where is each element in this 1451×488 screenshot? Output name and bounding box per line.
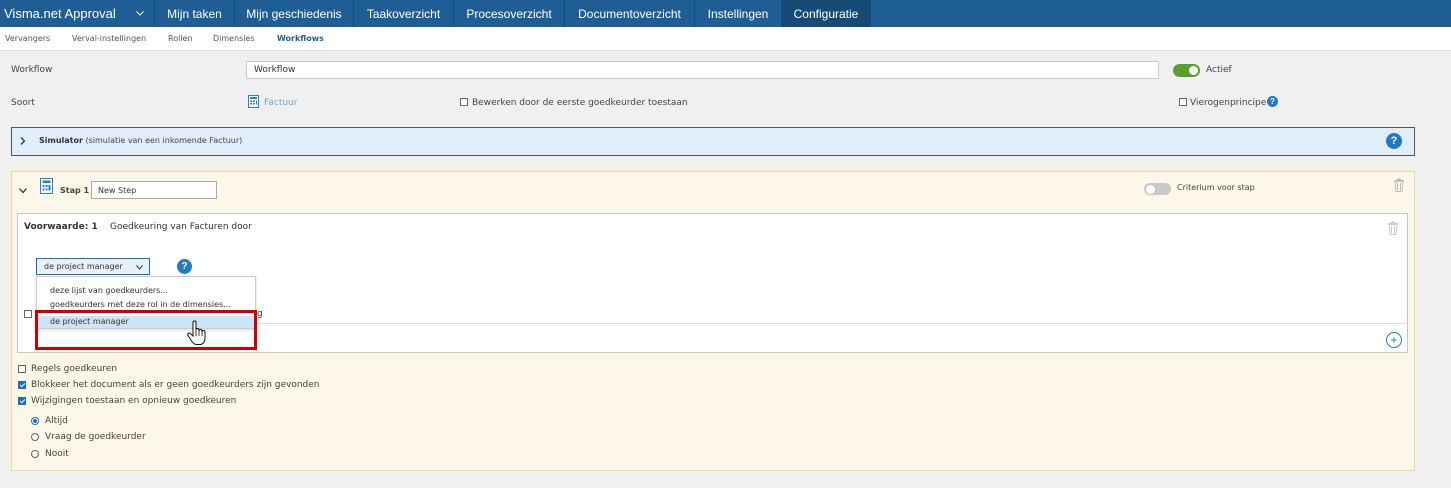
- toggle-knob: [1189, 66, 1198, 75]
- vierogen-checkbox[interactable]: [1179, 98, 1187, 106]
- step-label: Stap 1 :: [60, 186, 96, 195]
- edit-first-approver-checkbox[interactable]: [460, 98, 468, 106]
- criterium-label: Criterium voor stap: [1177, 183, 1255, 192]
- blokkeer-document-label: Blokkeer het document als er geen goedke…: [31, 380, 320, 390]
- toggle-knob: [1146, 184, 1155, 194]
- radio-nooit[interactable]: [31, 450, 39, 458]
- dropdown-option-approver-list[interactable]: deze lijst van goedkeurders...: [50, 286, 168, 295]
- select-chevron-down-icon: [136, 263, 143, 272]
- nav-mijn-taken[interactable]: Mijn taken: [155, 0, 235, 27]
- sub-navigation: Vervangers Verval-instellingen Rollen Di…: [0, 27, 1451, 51]
- nav-documentoverzicht[interactable]: Documentoverzicht: [565, 0, 695, 27]
- radio-nooit-label: Nooit: [45, 449, 69, 459]
- approver-help-icon[interactable]: ?: [177, 259, 192, 274]
- vierogen-help-icon[interactable]: ?: [1267, 96, 1278, 107]
- expand-chevron-right-icon[interactable]: [20, 137, 26, 148]
- nav-configuratie[interactable]: Configuratie: [782, 0, 871, 27]
- soort-value: Factuur: [264, 98, 298, 108]
- delete-step-trash-icon[interactable]: [1393, 178, 1405, 195]
- nav-mijn-geschiedenis[interactable]: Mijn geschiedenis: [235, 0, 354, 27]
- app-switcher-chevron-down-icon[interactable]: [125, 7, 154, 20]
- condition-title: Voorwaarde: 1: [24, 222, 98, 232]
- nav-instellingen[interactable]: Instellingen: [695, 0, 782, 27]
- soort-label: Soort: [11, 98, 35, 108]
- condition-hidden-text-tail: g: [257, 309, 263, 319]
- regels-goedkeuren-checkbox[interactable]: [18, 365, 26, 373]
- approver-type-select[interactable]: de project manager: [36, 258, 150, 275]
- simulator-subtitle: (simulatie van een inkomende Factuur): [85, 136, 243, 145]
- app-title: Visma.net Approval: [4, 6, 116, 21]
- subnav-verval-instellingen[interactable]: Verval-instellingen: [72, 34, 146, 43]
- condition-description: Goedkeuring van Facturen door: [110, 222, 252, 232]
- hand-cursor-icon: [186, 320, 208, 349]
- invoice-document-icon: [248, 95, 259, 111]
- actief-label: Actief: [1206, 65, 1232, 75]
- condition-hidden-checkbox[interactable]: [24, 310, 32, 318]
- wijzigingen-toestaan-checkbox[interactable]: [18, 397, 26, 405]
- simulator-text: Simulator (simulatie van een inkomende F…: [39, 136, 242, 145]
- app-brand[interactable]: Visma.net Approval: [0, 0, 155, 27]
- step-name-input[interactable]: [91, 181, 217, 199]
- radio-vraag-goedkeurder[interactable]: [31, 433, 39, 441]
- wijzigingen-toestaan-label: Wijzigingen toestaan en opnieuw goedkeur…: [31, 396, 237, 406]
- radio-altijd[interactable]: [31, 417, 39, 425]
- radio-altijd-label: Altijd: [45, 416, 68, 426]
- approver-type-selected: de project manager: [44, 262, 123, 271]
- workflow-name-input[interactable]: [246, 61, 1159, 79]
- top-navigation: Visma.net Approval Mijn taken Mijn gesch…: [0, 0, 1451, 27]
- actief-toggle[interactable]: [1173, 64, 1200, 77]
- nav-taakoverzicht[interactable]: Taakoverzicht: [354, 0, 454, 27]
- simulator-title: Simulator: [39, 136, 83, 145]
- criterium-toggle[interactable]: [1144, 183, 1171, 195]
- subnav-vervangers[interactable]: Vervangers: [5, 34, 50, 43]
- subnav-rollen[interactable]: Rollen: [168, 34, 193, 43]
- nav-procesoverzicht[interactable]: Procesoverzicht: [454, 0, 565, 27]
- radio-vraag-goedkeurder-label: Vraag de goedkeurder: [45, 432, 146, 442]
- vierogen-label: Vierogenprincipe: [1190, 98, 1267, 108]
- step-document-icon: [40, 178, 53, 197]
- edit-first-approver-label: Bewerken door de eerste goedkeurder toes…: [472, 98, 688, 108]
- simulator-help-icon[interactable]: ?: [1386, 133, 1402, 149]
- blokkeer-document-checkbox[interactable]: [18, 381, 26, 389]
- add-condition-plus-icon[interactable]: +: [1386, 332, 1402, 348]
- simulator-panel[interactable]: Simulator (simulatie van een inkomende F…: [11, 127, 1415, 156]
- subnav-dimensies[interactable]: Dimensies: [213, 34, 255, 43]
- subnav-workflows[interactable]: Workflows: [277, 34, 324, 43]
- regels-goedkeuren-label: Regels goedkeuren: [31, 364, 118, 374]
- delete-condition-trash-icon[interactable]: [1387, 221, 1399, 238]
- highlight-box: [35, 310, 257, 350]
- workflow-label: Workflow: [11, 65, 53, 75]
- collapse-chevron-down-icon[interactable]: [19, 187, 27, 197]
- dropdown-option-role-dimensions[interactable]: goedkeurders met deze rol in de dimensie…: [50, 300, 231, 309]
